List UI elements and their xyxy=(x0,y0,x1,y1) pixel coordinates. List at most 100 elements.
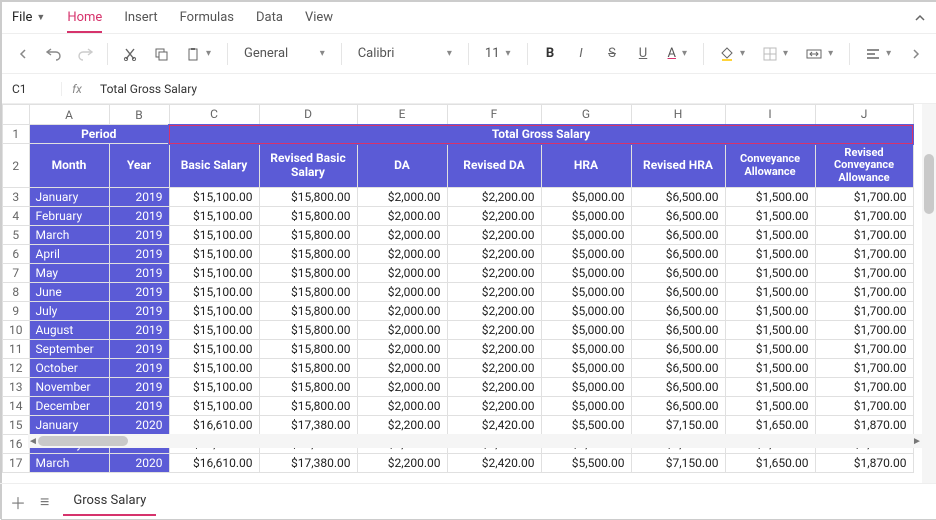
toolbar-scroll-left[interactable] xyxy=(10,41,35,67)
cell[interactable]: 2019 xyxy=(109,302,169,321)
cell[interactable]: $1,700.00 xyxy=(815,321,913,340)
cell[interactable]: $2,000.00 xyxy=(357,226,447,245)
table-header[interactable]: HRA xyxy=(541,144,631,188)
cell[interactable]: $15,800.00 xyxy=(259,245,357,264)
menu-view[interactable]: View xyxy=(305,10,333,25)
cell[interactable]: $2,000.00 xyxy=(357,340,447,359)
col-header-F[interactable]: F xyxy=(447,105,541,125)
cell[interactable]: $1,700.00 xyxy=(815,226,913,245)
select-all-corner[interactable] xyxy=(3,105,30,125)
cell[interactable]: $5,000.00 xyxy=(541,245,631,264)
cell[interactable]: 2019 xyxy=(109,397,169,416)
cell[interactable]: $15,100.00 xyxy=(169,264,259,283)
cell[interactable]: April xyxy=(29,245,109,264)
font-family-select[interactable]: Calibri▾ xyxy=(352,46,458,61)
row-header-1[interactable]: 1 xyxy=(3,125,30,144)
cell[interactable]: $2,200.00 xyxy=(447,321,541,340)
cell[interactable]: $15,800.00 xyxy=(259,378,357,397)
cell[interactable]: $15,100.00 xyxy=(169,188,259,207)
cell[interactable]: 2019 xyxy=(109,264,169,283)
cell[interactable]: $2,200.00 xyxy=(447,359,541,378)
underline-button[interactable]: U xyxy=(631,41,656,67)
cell[interactable]: 2019 xyxy=(109,340,169,359)
cell[interactable]: $5,000.00 xyxy=(541,359,631,378)
col-header-I[interactable]: I xyxy=(725,105,815,125)
cell[interactable]: 2020 xyxy=(109,454,169,473)
vertical-scroll-thumb[interactable] xyxy=(924,154,934,214)
row-header-9[interactable]: 9 xyxy=(3,302,30,321)
cell[interactable]: $2,200.00 xyxy=(357,454,447,473)
cell[interactable]: 2019 xyxy=(109,378,169,397)
cell[interactable]: $15,800.00 xyxy=(259,340,357,359)
col-header-J[interactable]: J xyxy=(815,105,913,125)
cell[interactable]: $2,000.00 xyxy=(357,264,447,283)
cell[interactable]: $15,100.00 xyxy=(169,207,259,226)
sheet-tab[interactable]: Gross Salary xyxy=(63,487,156,516)
table-header[interactable]: Basic Salary xyxy=(169,144,259,188)
cell[interactable]: $1,500.00 xyxy=(725,283,815,302)
cell[interactable]: $2,420.00 xyxy=(447,416,541,435)
cell[interactable]: $15,100.00 xyxy=(169,397,259,416)
row-header-6[interactable]: 6 xyxy=(3,245,30,264)
row-header-17[interactable]: 17 xyxy=(3,454,30,473)
col-header-E[interactable]: E xyxy=(357,105,447,125)
row-header-7[interactable]: 7 xyxy=(3,264,30,283)
cell[interactable]: $2,000.00 xyxy=(357,397,447,416)
menu-insert[interactable]: Insert xyxy=(124,10,157,25)
horizontal-scroll-thumb[interactable] xyxy=(38,436,128,446)
cell[interactable]: $1,700.00 xyxy=(815,340,913,359)
cell[interactable]: $1,500.00 xyxy=(725,264,815,283)
font-size-select[interactable]: 11▾ xyxy=(479,46,517,61)
cell[interactable]: $5,000.00 xyxy=(541,188,631,207)
cell[interactable]: 2019 xyxy=(109,321,169,340)
borders-button[interactable]: ▾ xyxy=(757,47,794,61)
col-header-A[interactable]: A xyxy=(29,105,109,125)
cell[interactable]: $6,500.00 xyxy=(631,340,725,359)
cell[interactable]: $2,200.00 xyxy=(357,416,447,435)
cell[interactable]: $15,800.00 xyxy=(259,188,357,207)
cell[interactable]: $15,800.00 xyxy=(259,321,357,340)
strike-button[interactable]: S xyxy=(600,41,625,67)
cell[interactable]: $1,700.00 xyxy=(815,378,913,397)
cell[interactable]: $5,500.00 xyxy=(541,416,631,435)
cell[interactable]: $5,000.00 xyxy=(541,340,631,359)
row-header-13[interactable]: 13 xyxy=(3,378,30,397)
cell[interactable]: $15,100.00 xyxy=(169,245,259,264)
cell[interactable]: February xyxy=(29,207,109,226)
cell[interactable]: $2,000.00 xyxy=(357,378,447,397)
cell-total-gross-title[interactable]: Total Gross Salary xyxy=(169,125,913,144)
cell[interactable]: September xyxy=(29,340,109,359)
name-box[interactable]: C1 xyxy=(2,82,62,96)
cell[interactable]: $15,800.00 xyxy=(259,283,357,302)
cell[interactable]: $7,150.00 xyxy=(631,416,725,435)
row-header-3[interactable]: 3 xyxy=(3,188,30,207)
cell[interactable]: $1,500.00 xyxy=(725,226,815,245)
row-header-14[interactable]: 14 xyxy=(3,397,30,416)
cell[interactable]: May xyxy=(29,264,109,283)
cell[interactable]: $1,870.00 xyxy=(815,454,913,473)
cell[interactable]: $1,700.00 xyxy=(815,283,913,302)
cell[interactable]: $2,200.00 xyxy=(447,226,541,245)
cell[interactable]: $15,800.00 xyxy=(259,207,357,226)
row-header-2[interactable]: 2 xyxy=(3,144,30,188)
cell[interactable]: $15,100.00 xyxy=(169,378,259,397)
cell[interactable]: $5,000.00 xyxy=(541,302,631,321)
italic-button[interactable]: I xyxy=(569,41,594,67)
cell[interactable]: $5,500.00 xyxy=(541,454,631,473)
cell[interactable]: $2,200.00 xyxy=(447,340,541,359)
cell[interactable]: $2,200.00 xyxy=(447,283,541,302)
collapse-ribbon-icon[interactable] xyxy=(914,12,926,24)
cell[interactable]: July xyxy=(29,302,109,321)
cell[interactable]: $2,200.00 xyxy=(447,397,541,416)
toolbar-scroll-right[interactable] xyxy=(903,41,928,67)
row-header-15[interactable]: 15 xyxy=(3,416,30,435)
cell[interactable]: $2,000.00 xyxy=(357,359,447,378)
fill-color-button[interactable]: ▾ xyxy=(714,47,751,61)
align-button[interactable]: ▾ xyxy=(860,48,897,60)
copy-button[interactable] xyxy=(149,41,174,67)
cell[interactable]: $5,000.00 xyxy=(541,397,631,416)
col-header-H[interactable]: H xyxy=(631,105,725,125)
paste-button[interactable]: ▾ xyxy=(180,47,217,61)
cell[interactable]: $15,100.00 xyxy=(169,359,259,378)
cell[interactable]: $6,500.00 xyxy=(631,378,725,397)
